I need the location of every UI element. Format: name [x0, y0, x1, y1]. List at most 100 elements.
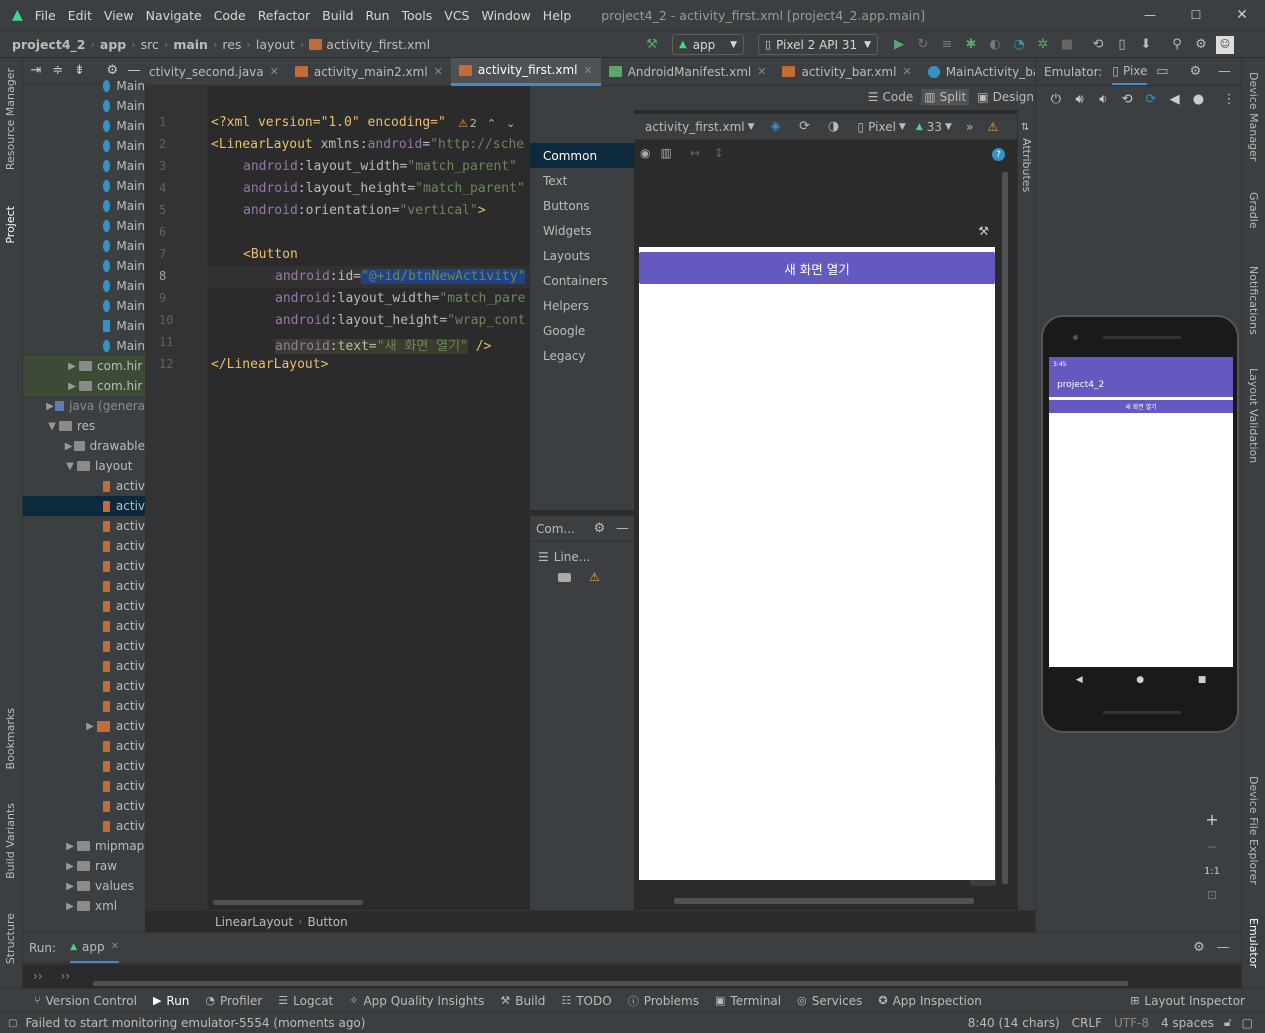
rotate-right-icon[interactable]: ⟳: [1142, 90, 1160, 108]
wrench-icon[interactable]: ⚒: [978, 224, 989, 238]
list-item[interactable]: activ: [23, 816, 145, 836]
chevron-right-icon[interactable]: ▶: [63, 881, 77, 892]
list-item[interactable]: activ: [23, 616, 145, 636]
api-dropdown[interactable]: ▲ 33 ▼: [916, 120, 952, 134]
apply-changes-icon[interactable]: ≡: [938, 36, 956, 54]
status-toggle-icon[interactable]: ▢: [8, 1018, 17, 1029]
night-mode-icon[interactable]: ◑: [825, 118, 843, 136]
sync-icon[interactable]: ⟲: [1089, 36, 1107, 54]
list-item[interactable]: ▶ xml: [23, 896, 145, 916]
chevron-down-icon[interactable]: ▼: [63, 461, 77, 472]
close-icon[interactable]: ✕: [757, 65, 766, 78]
tool-layout-validation[interactable]: Layout Validation: [1247, 368, 1260, 463]
tree-node-linearlayout[interactable]: ☰ Line...: [530, 546, 634, 568]
window-icon[interactable]: ▭: [1153, 63, 1171, 81]
more-chevron-icon[interactable]: »: [966, 120, 973, 134]
menu-tools[interactable]: Tools: [401, 8, 432, 23]
breadcrumb-project[interactable]: project4_2: [12, 37, 86, 52]
tool-gradle[interactable]: Gradle: [1247, 192, 1260, 229]
chevron-right-icon[interactable]: ▶: [63, 841, 77, 852]
palette-category-helpers[interactable]: Helpers: [530, 293, 634, 318]
chevron-down-icon[interactable]: ⌄: [506, 117, 515, 130]
lock-icon[interactable]: 🔓︎: [1224, 1015, 1232, 1030]
list-item[interactable]: activ: [23, 796, 145, 816]
tool-bookmarks[interactable]: Bookmarks: [4, 708, 17, 769]
tree-node-button[interactable]: ⚠: [530, 568, 634, 586]
split-mode-button[interactable]: ▥ Split: [921, 89, 970, 105]
layout-file-dropdown[interactable]: activity_first.xml ▼: [645, 120, 755, 134]
chevron-right-icon[interactable]: ▶: [63, 441, 74, 452]
list-item[interactable]: activ: [23, 776, 145, 796]
list-item[interactable]: Main: [23, 196, 145, 216]
horizontal-scrollbar[interactable]: [213, 900, 363, 905]
gear-icon[interactable]: ⚙: [591, 520, 608, 538]
list-item[interactable]: ▶ values: [23, 876, 145, 896]
list-item[interactable]: Main: [23, 276, 145, 296]
list-item[interactable]: Main: [23, 96, 145, 116]
tool-profiler[interactable]: ◔ Profiler: [205, 994, 262, 1008]
menu-help[interactable]: Help: [543, 8, 572, 23]
chevron-right-icon[interactable]: ▶: [65, 361, 79, 372]
close-icon[interactable]: ✕: [584, 64, 593, 77]
device-dropdown[interactable]: ▯ Pixel 2 API 31 ▼: [758, 34, 878, 55]
close-icon[interactable]: ✕: [434, 65, 443, 78]
home-icon[interactable]: ●: [1190, 90, 1208, 108]
run-tab-app[interactable]: ▲ app ✕: [70, 933, 119, 963]
tool-resource-manager[interactable]: Resource Manager: [4, 68, 17, 170]
list-item[interactable]: activ: [23, 696, 145, 716]
nav-recents-icon[interactable]: ■: [1198, 675, 1207, 685]
expand-icon[interactable]: ››: [61, 969, 71, 983]
file-encoding[interactable]: UTF-8: [1114, 1016, 1149, 1030]
more-icon[interactable]: ⋮: [1220, 90, 1238, 108]
chevron-up-icon[interactable]: ⌃: [487, 117, 496, 130]
menu-refactor[interactable]: Refactor: [258, 8, 310, 23]
menu-navigate[interactable]: Navigate: [146, 8, 202, 23]
horizontal-resize-icon[interactable]: ↔: [690, 146, 700, 160]
menu-vcs[interactable]: VCS: [444, 8, 469, 23]
list-item[interactable]: Main: [23, 256, 145, 276]
tool-emulator[interactable]: Emulator: [1247, 918, 1260, 968]
menu-edit[interactable]: Edit: [68, 8, 92, 23]
preview-new-screen-button[interactable]: 새 화면 열기: [639, 252, 995, 284]
tool-project[interactable]: Project: [4, 206, 17, 244]
list-item[interactable]: activ: [23, 476, 145, 496]
tool-build[interactable]: ⚒ Build: [500, 994, 545, 1008]
tool-terminal[interactable]: ▣ Terminal: [715, 994, 781, 1008]
breadcrumb-button[interactable]: Button: [308, 915, 348, 929]
run-config-dropdown[interactable]: ▲ app ▼: [672, 34, 744, 55]
breadcrumb-linearlayout[interactable]: LinearLayout: [215, 915, 293, 929]
tool-build-variants[interactable]: Build Variants: [4, 803, 17, 879]
menu-code[interactable]: Code: [214, 8, 246, 23]
tab-activity-bar[interactable]: activity_bar.xml ✕: [774, 58, 919, 86]
hide-icon[interactable]: —: [1215, 63, 1233, 81]
design-mode-button[interactable]: ▣ Design: [977, 90, 1034, 104]
vertical-resize-icon[interactable]: ↕: [714, 146, 724, 160]
palette-category-common[interactable]: Common: [530, 143, 634, 168]
tool-problems[interactable]: ⓘ Problems: [628, 993, 699, 1009]
status-message[interactable]: Failed to start monitoring emulator-5554…: [25, 1016, 365, 1030]
chevron-right-icon[interactable]: ▶: [63, 901, 77, 912]
emulator-new-screen-button[interactable]: 새 화면 열기: [1049, 400, 1233, 413]
list-item[interactable]: activ: [23, 496, 145, 516]
expand-icon[interactable]: ››: [33, 969, 43, 983]
close-icon[interactable]: ✕: [111, 941, 119, 952]
list-item[interactable]: activ: [23, 756, 145, 776]
minimize-icon[interactable]: —: [1127, 8, 1173, 22]
volume-up-icon[interactable]: 🔊︎: [1071, 90, 1089, 108]
debug-bug-icon[interactable]: ✲: [1034, 36, 1052, 54]
layout-preview[interactable]: 새 화면 열기: [639, 247, 995, 880]
zoom-in-icon[interactable]: +: [1205, 810, 1218, 829]
list-item[interactable]: ▶ raw: [23, 856, 145, 876]
cursor-position[interactable]: 8:40 (14 chars): [968, 1016, 1060, 1030]
palette-category-google[interactable]: Google: [530, 318, 634, 343]
inspection-widget[interactable]: ⚠ 2 ⌃ ⌄: [458, 117, 515, 130]
maximize-icon[interactable]: ☐: [1173, 8, 1219, 22]
hammer-icon[interactable]: ⚒: [643, 36, 661, 54]
palette-category-text[interactable]: Text: [530, 168, 634, 193]
layers-icon[interactable]: ◈: [767, 118, 785, 136]
rerun-icon[interactable]: ↻: [914, 36, 932, 54]
volume-down-icon[interactable]: 🔉︎: [1095, 90, 1113, 108]
back-icon[interactable]: ◀: [1166, 90, 1184, 108]
horizontal-scrollbar[interactable]: [93, 981, 1128, 986]
list-item[interactable]: activ: [23, 636, 145, 656]
